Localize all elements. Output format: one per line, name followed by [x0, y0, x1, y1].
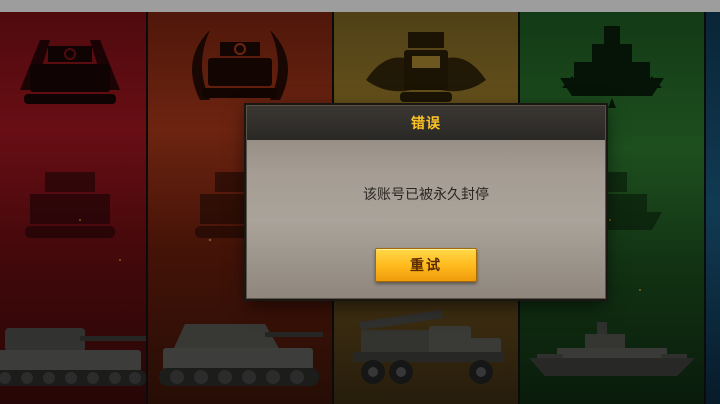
- dialog-message: 该账号已被永久封停: [363, 186, 489, 202]
- error-dialog: 错误 该账号已被永久封停 重试: [246, 105, 606, 299]
- dialog-header: 错误: [247, 106, 605, 140]
- game-screen: 错误 该账号已被永久封停 重试: [0, 0, 720, 404]
- dialog-title: 错误: [411, 115, 441, 131]
- retry-button[interactable]: 重试: [375, 248, 477, 282]
- retry-button-label: 重试: [410, 257, 442, 273]
